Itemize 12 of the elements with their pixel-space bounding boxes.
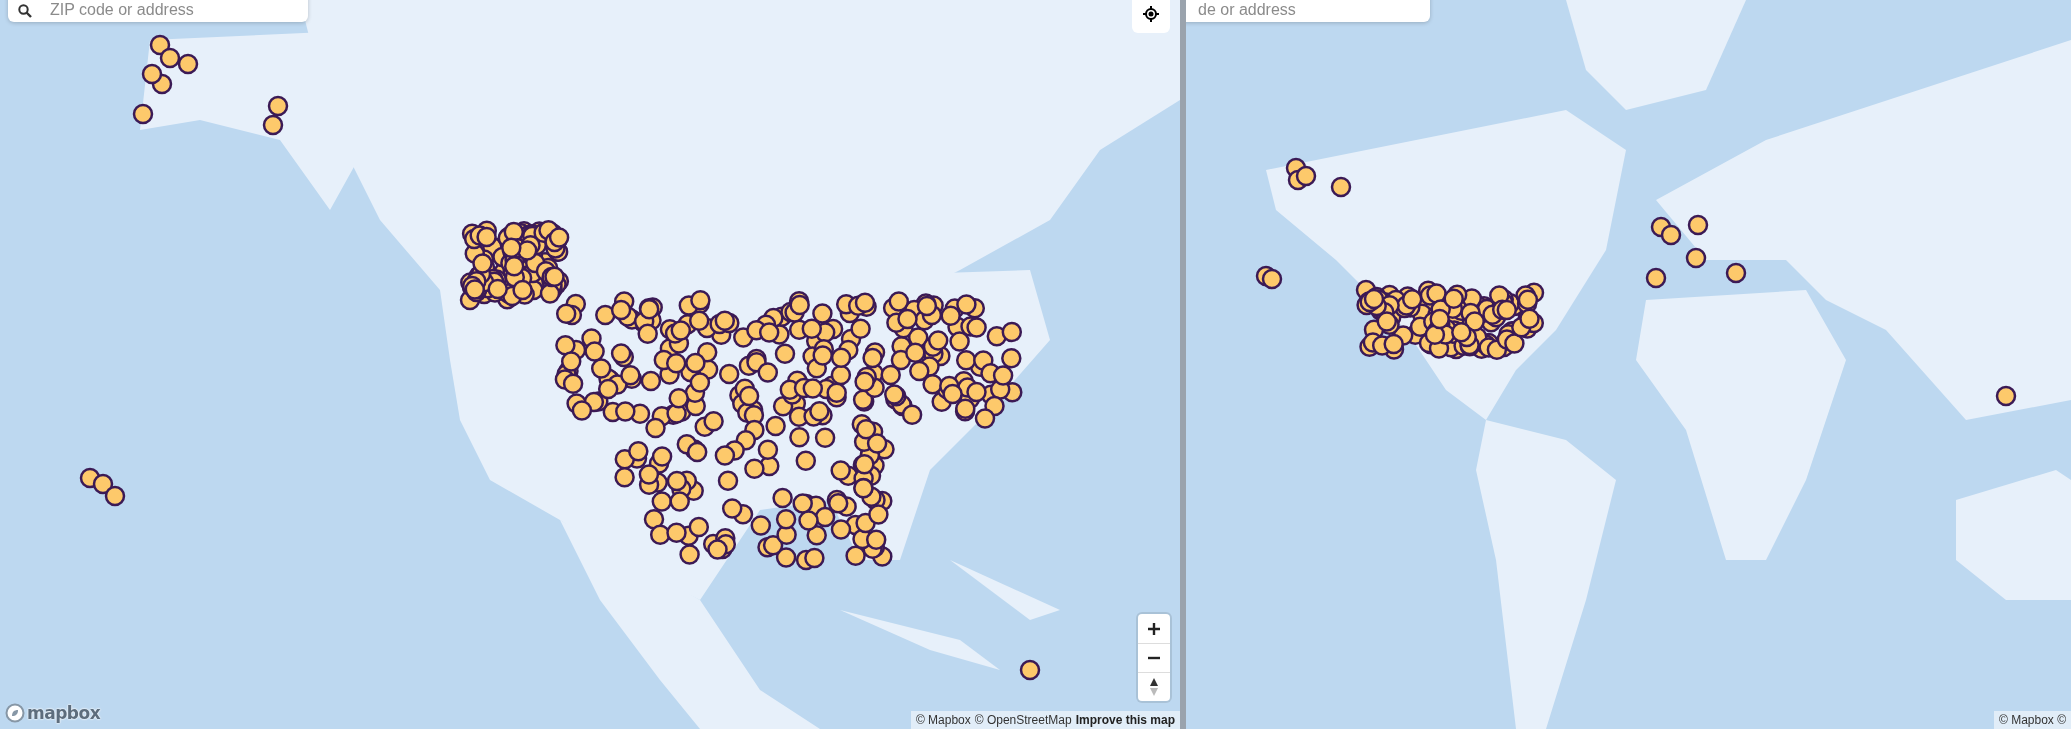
attribution-link[interactable]: © OpenStreetMap bbox=[974, 713, 1072, 727]
compass-icon bbox=[1149, 677, 1159, 697]
search-icon bbox=[18, 4, 32, 18]
locate-button[interactable] bbox=[1132, 0, 1170, 33]
search-field[interactable]: ZIP code or address bbox=[8, 0, 308, 22]
improve-map-link[interactable]: Improve this map bbox=[1075, 713, 1175, 727]
locate-icon bbox=[1143, 5, 1159, 22]
search-field[interactable]: de or address bbox=[1186, 0, 1430, 22]
attribution-link[interactable]: © Mapbox bbox=[915, 713, 971, 727]
attribution-link[interactable]: © Mapbox © bbox=[1998, 713, 2066, 727]
mapbox-logo[interactable]: mapbox bbox=[5, 703, 101, 723]
plus-icon bbox=[1148, 622, 1160, 635]
